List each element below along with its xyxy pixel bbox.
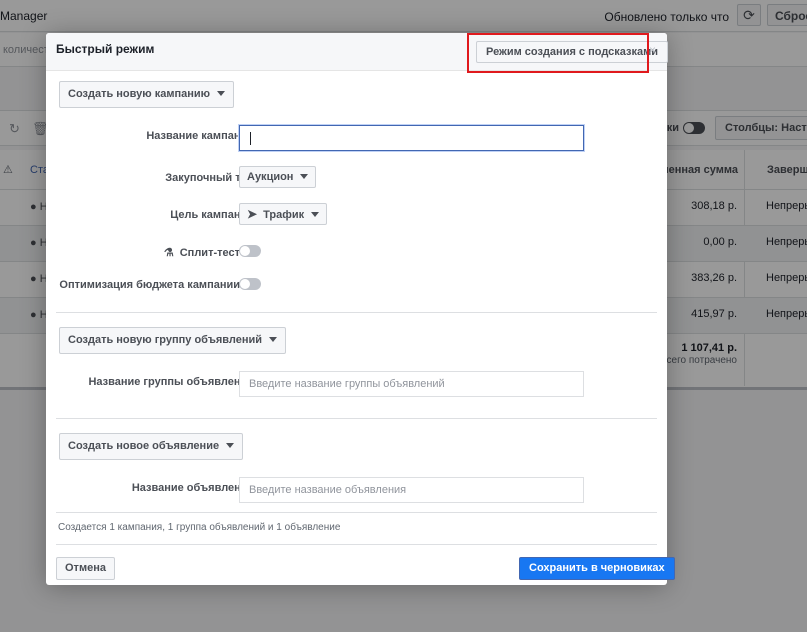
campaign-name-input[interactable] xyxy=(239,125,584,151)
create-ad-label: Создать новое объявление xyxy=(68,440,220,452)
budget-optimization-label: Оптимизация бюджета кампанииi xyxy=(59,279,254,291)
highlight-box xyxy=(467,33,649,73)
caret-down-icon xyxy=(269,336,277,342)
adset-name-input[interactable]: Введите название группы объявлений xyxy=(239,371,584,397)
split-test-toggle[interactable] xyxy=(239,245,261,257)
adset-name-label: Название группы объявлений xyxy=(88,376,254,388)
create-campaign-label: Создать новую кампанию xyxy=(68,88,211,100)
caret-down-icon xyxy=(217,90,226,96)
buying-type-value: Аукцион xyxy=(247,171,294,183)
save-to-drafts-button[interactable]: Сохранить в черновиках xyxy=(519,557,675,580)
caret-down-icon xyxy=(300,173,309,179)
section-divider xyxy=(56,312,657,313)
section-divider xyxy=(56,512,657,513)
objective-value: Трафик xyxy=(263,209,305,221)
caret-down-icon xyxy=(226,442,235,448)
caret-down-icon xyxy=(311,211,320,217)
ad-name-input[interactable]: Введите название объявления xyxy=(239,477,584,503)
create-adset-label: Создать новую группу объявлений xyxy=(68,334,262,346)
buying-type-select[interactable]: Аукцион xyxy=(239,166,317,188)
ad-name-label: Название объявления xyxy=(131,482,254,494)
footer-divider xyxy=(56,544,657,545)
quick-creation-dialog: Быстрый режим Режим создания с подсказка… xyxy=(46,33,675,585)
cursor-arrow-icon: ➤ xyxy=(247,207,258,221)
creation-summary: Создается 1 кампания, 1 группа объявлени… xyxy=(58,522,341,533)
budget-optimization-toggle[interactable] xyxy=(239,278,261,290)
section-divider xyxy=(56,418,657,419)
create-ad-dropdown[interactable]: Создать новое объявление xyxy=(59,433,244,460)
create-adset-dropdown[interactable]: Создать новую группу объявлений xyxy=(59,327,286,354)
text-cursor xyxy=(250,132,251,145)
flask-icon: ⚗ xyxy=(163,247,174,259)
close-icon[interactable]: × xyxy=(649,43,656,57)
create-campaign-dropdown[interactable]: Создать новую кампанию xyxy=(59,81,235,108)
cancel-button[interactable]: Отмена xyxy=(56,557,115,580)
objective-select[interactable]: ➤ Трафик xyxy=(239,203,328,225)
campaign-name-label: Название кампании xyxy=(146,130,254,142)
dialog-title: Быстрый режим xyxy=(56,42,155,56)
